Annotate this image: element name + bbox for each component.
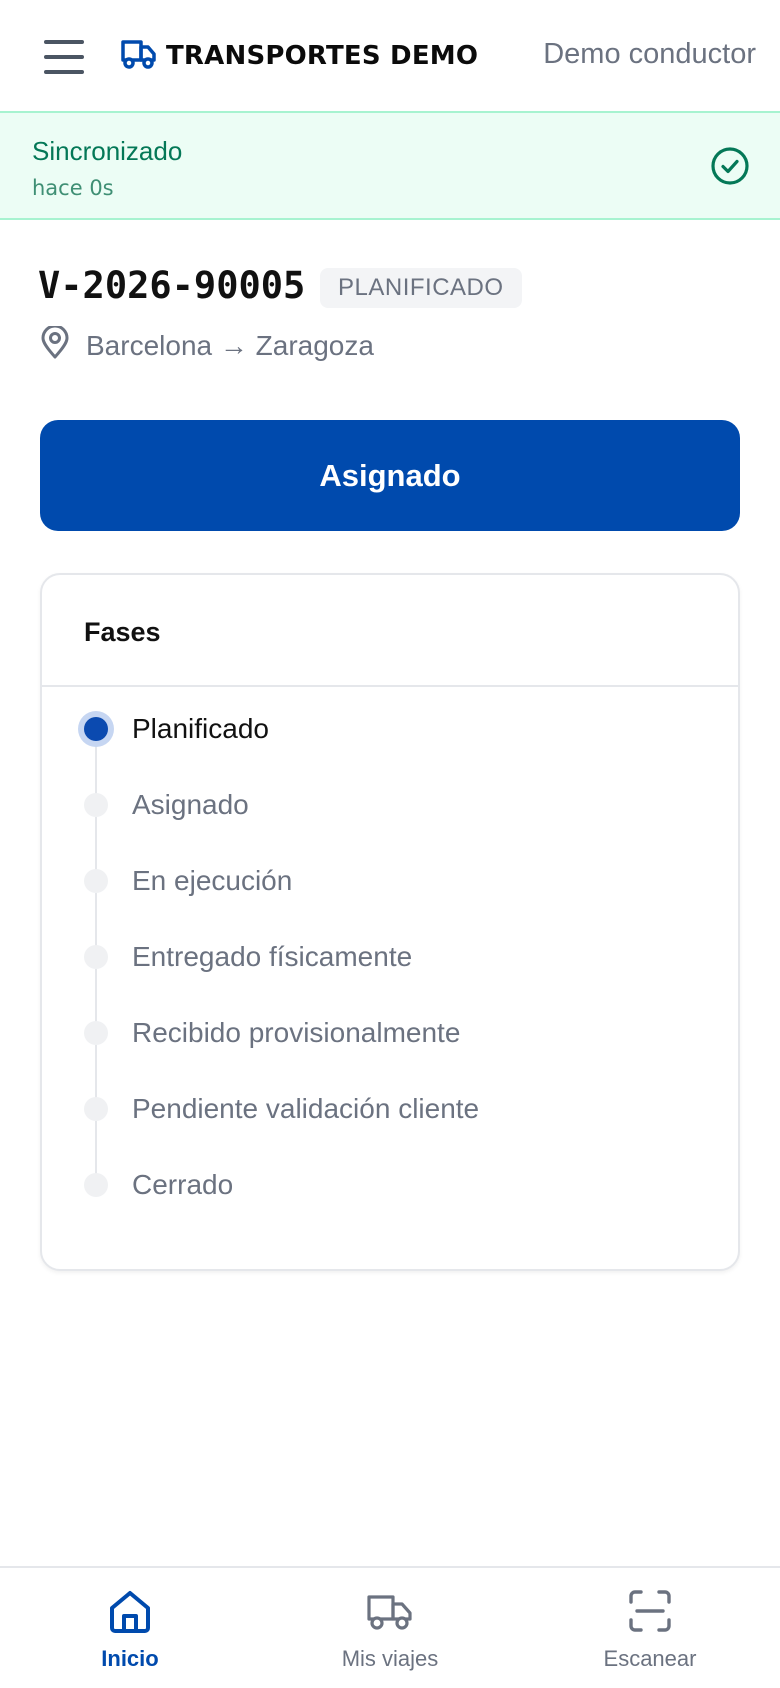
phase-label: Asignado	[132, 789, 249, 820]
menu-bar	[44, 55, 84, 59]
trip-id: V-2026-90005	[38, 264, 306, 307]
nav-label: Inicio	[101, 1646, 159, 1671]
phase-dot	[84, 1097, 108, 1121]
menu-bar	[44, 70, 84, 74]
top-header: TRANSPORTES DEMO Demo conductor	[0, 0, 780, 112]
sync-time: hace 0s	[32, 176, 114, 200]
bottom-nav: Inicio Mis viajes Escanear	[0, 1566, 780, 1688]
nav-escanear[interactable]: Escanear	[520, 1568, 780, 1688]
phase-label: Planificado	[132, 713, 269, 744]
phase-connector	[95, 817, 97, 871]
truck-logo-icon	[120, 36, 158, 75]
nav-inicio[interactable]: Inicio	[0, 1568, 260, 1688]
phases-title: Fases	[84, 617, 161, 647]
nav-mis-viajes[interactable]: Mis viajes	[260, 1568, 520, 1688]
phase-label: Entregado físicamente	[132, 941, 413, 972]
nav-label: Mis viajes	[341, 1646, 439, 1671]
phases-card: Fases Planificado Asignado En ejecución …	[40, 573, 740, 1271]
check-circle-icon	[710, 146, 750, 191]
nav-label: Escanear	[603, 1646, 697, 1671]
phase-dot-current	[84, 717, 108, 741]
user-name[interactable]: Demo conductor	[543, 38, 756, 71]
phase-dot	[84, 793, 108, 817]
sync-banner: Sincronizado hace 0s	[0, 111, 780, 220]
phase-connector	[95, 1121, 97, 1175]
assign-button[interactable]: Asignado	[40, 420, 740, 531]
phase-connector	[95, 741, 97, 795]
phase-dot	[84, 1021, 108, 1045]
menu-button[interactable]	[44, 40, 84, 74]
route-text: Barcelona → Zaragoza	[86, 329, 374, 361]
status-badge: PLANIFICADO	[320, 268, 522, 308]
phase-dot	[84, 869, 108, 893]
card-divider	[42, 685, 738, 687]
menu-bar	[44, 40, 84, 44]
phase-dot	[84, 1173, 108, 1197]
scan-icon	[627, 1586, 673, 1636]
phase-label: Pendiente validación cliente	[132, 1093, 480, 1124]
truck-icon	[366, 1586, 414, 1636]
phase-label: Recibido provisionalmente	[132, 1017, 461, 1048]
phase-dot	[84, 945, 108, 969]
sync-status: Sincronizado	[32, 136, 183, 166]
phase-connector	[95, 893, 97, 947]
brand-title: TRANSPORTES DEMO	[166, 40, 479, 71]
phase-label: En ejecución	[132, 865, 293, 896]
phase-label: Cerrado	[132, 1169, 234, 1200]
map-pin-icon	[40, 324, 70, 365]
phase-connector	[95, 1045, 97, 1099]
home-icon	[107, 1586, 153, 1636]
trip-route: Barcelona → Zaragoza	[40, 324, 374, 365]
brand: TRANSPORTES DEMO	[120, 36, 478, 75]
phase-connector	[95, 969, 97, 1023]
app-screen: TRANSPORTES DEMO Demo conductor Sincroni…	[0, 0, 780, 1688]
